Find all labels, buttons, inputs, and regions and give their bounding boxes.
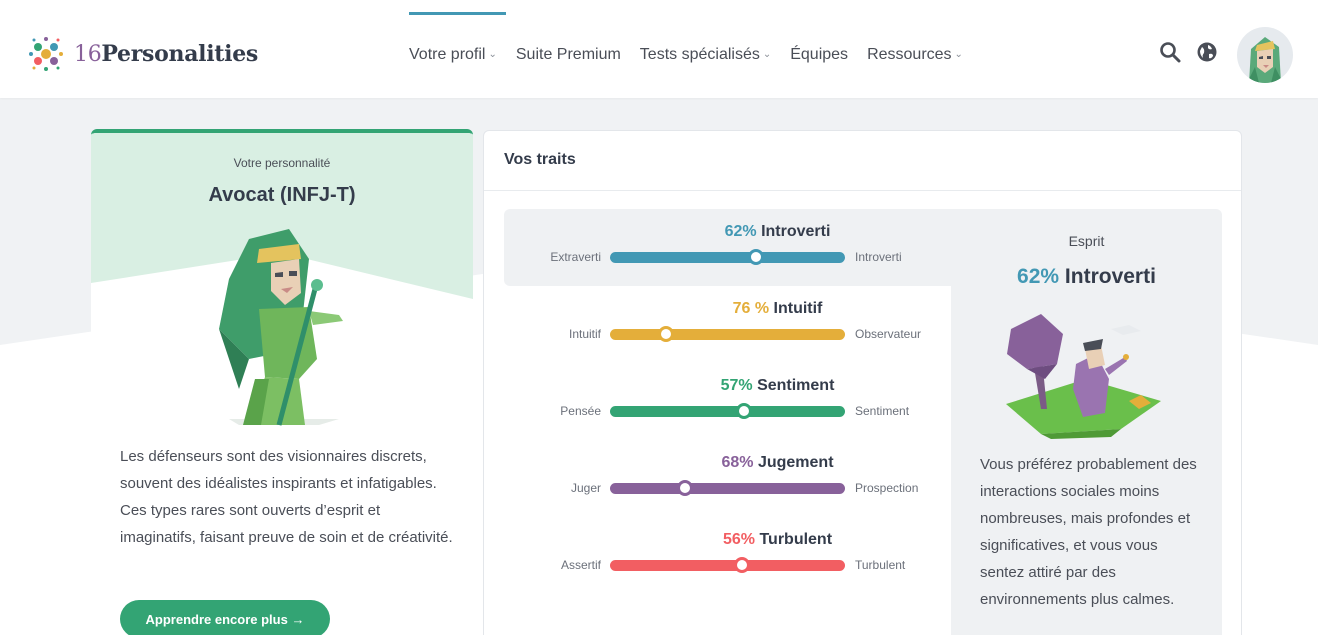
trait-slider-knob xyxy=(733,557,750,573)
advocate-figure-illustration xyxy=(219,229,343,426)
avatar[interactable] xyxy=(1237,27,1293,83)
trait-right-label: Turbulent xyxy=(855,558,906,572)
detail-name: Introverti xyxy=(1064,265,1156,288)
logo-mark-icon xyxy=(29,37,63,71)
trait-heading: 68% Jugement xyxy=(504,454,951,472)
nav-tests-specialises[interactable]: Tests spécialisés ⌄ xyxy=(640,46,771,64)
trait-row[interactable]: 57% Sentiment Pensée Sentiment xyxy=(504,377,951,433)
personality-title: Avocat (INFJ-T) xyxy=(208,184,356,206)
trait-row[interactable]: 68% Jugement Juger Prospection xyxy=(504,454,951,510)
chevron-down-icon: ⌄ xyxy=(954,49,963,60)
traits-title: Vos traits xyxy=(504,151,576,168)
nav-label: Suite Premium xyxy=(515,46,621,63)
trait-row[interactable]: 56% Turbulent Assertif Turbulent xyxy=(504,531,951,587)
trait-left-label: Pensée xyxy=(560,404,601,418)
trait-name: Intuitif xyxy=(773,300,823,317)
trait-right-label: Prospection xyxy=(855,481,919,495)
traits-card: Vos traits Esprit 62% Introverti Vous pr… xyxy=(483,130,1242,635)
trait-left-label: Extraverti xyxy=(550,250,601,264)
trait-heading: 76 % Intuitif xyxy=(504,300,951,318)
trait-left-label: Intuitif xyxy=(568,327,601,341)
trait-bar xyxy=(610,249,845,265)
trait-name: Introverti xyxy=(761,223,831,240)
search-icon[interactable] xyxy=(1158,40,1182,64)
trait-heading: 57% Sentiment xyxy=(504,377,951,395)
detail-title: 62% Introverti xyxy=(951,265,1222,289)
traits-area: Esprit 62% Introverti Vous préférez prob… xyxy=(504,209,1222,635)
personality-kicker: Votre personnalité xyxy=(233,156,331,170)
trait-left-label: Assertif xyxy=(560,558,601,572)
nav-label: Votre profil xyxy=(409,46,486,63)
trait-right-label: Observateur xyxy=(855,327,922,341)
nav-label: Tests spécialisés xyxy=(639,46,760,63)
logo-number: 16 xyxy=(74,42,102,67)
trait-slider-knob xyxy=(677,480,694,496)
top-header: 16Personalities Votre profil ⌄ Suite Prem… xyxy=(0,0,1318,98)
main-nav: Votre profil ⌄ Suite Premium Tests spécia… xyxy=(409,12,982,64)
trait-heading: 56% Turbulent xyxy=(504,531,951,549)
trait-row[interactable]: 76 % Intuitif Intuitif Observateur xyxy=(504,300,951,356)
trait-percent: 76 % xyxy=(732,300,770,317)
chevron-down-icon: ⌄ xyxy=(762,49,772,60)
nav-label: Équipes xyxy=(790,46,849,63)
trait-name: Sentiment xyxy=(757,377,835,394)
trait-bar xyxy=(610,326,845,342)
nav-equipes[interactable]: Équipes xyxy=(790,46,848,64)
avatar-advocate-icon xyxy=(1247,37,1283,83)
chevron-down-icon: ⌄ xyxy=(488,49,497,60)
logo[interactable]: 16Personalities xyxy=(22,30,258,78)
trait-bar xyxy=(610,403,845,419)
trait-slider-knob xyxy=(747,249,764,265)
personality-card: Votre personnalité Avocat (INFJ-T) Les d… xyxy=(91,129,473,635)
mind-illustration xyxy=(1006,314,1161,439)
trait-name: Turbulent xyxy=(759,531,833,548)
logo-word: Personalities xyxy=(101,41,258,67)
nav-votre-profil[interactable]: Votre profil ⌄ xyxy=(409,12,506,64)
trait-right-label: Sentiment xyxy=(855,404,910,418)
personality-description: Les défenseurs sont des visionnaires dis… xyxy=(120,448,453,546)
trait-percent: 68% xyxy=(721,454,754,471)
trait-heading: 62% Introverti xyxy=(504,223,951,241)
trait-name: Jugement xyxy=(757,454,834,471)
trait-bar xyxy=(610,557,845,573)
trait-percent: 62% xyxy=(724,223,757,240)
detail-kicker: Esprit xyxy=(1068,233,1105,249)
trait-detail-pane: Esprit 62% Introverti Vous préférez prob… xyxy=(951,209,1222,635)
trait-left-label: Juger xyxy=(570,481,601,495)
detail-text: Vous préférez probablement des interacti… xyxy=(980,456,1197,608)
header-icons xyxy=(1158,40,1218,64)
divider xyxy=(484,190,1241,191)
trait-percent: 56% xyxy=(722,531,755,548)
trait-slider-knob xyxy=(658,326,675,342)
detail-pct: 62% xyxy=(1017,265,1060,288)
logo-text: 16Personalities xyxy=(74,41,258,67)
trait-percent: 57% xyxy=(720,377,753,394)
trait-slider-knob xyxy=(735,403,752,419)
trait-bar xyxy=(610,480,845,496)
trait-right-label: Introverti xyxy=(855,250,902,264)
learn-more-button[interactable]: Apprendre encore plus → xyxy=(120,600,330,635)
nav-label: Ressources xyxy=(867,46,952,63)
nav-suite-premium[interactable]: Suite Premium xyxy=(516,46,621,64)
globe-icon[interactable] xyxy=(1196,41,1218,63)
trait-row[interactable]: 62% Introverti Extraverti Introverti xyxy=(504,223,951,279)
nav-ressources[interactable]: Ressources ⌄ xyxy=(867,46,963,64)
